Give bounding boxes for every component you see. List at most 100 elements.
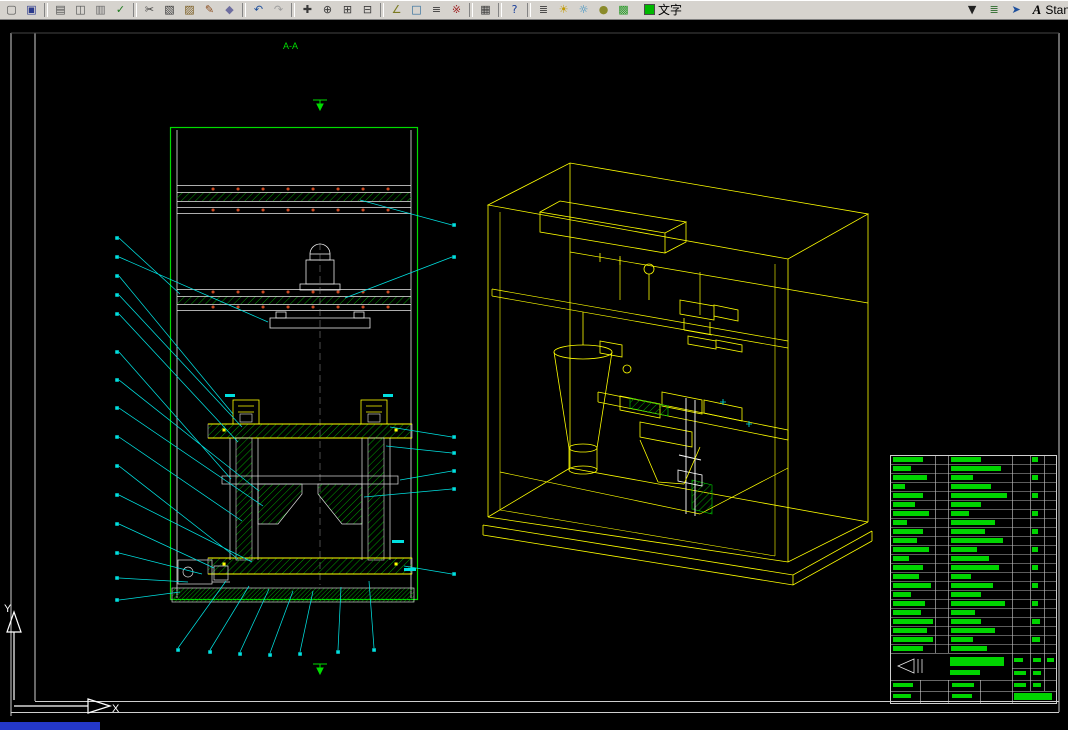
bom-cell-text-block <box>951 538 1003 543</box>
title-block-text-block <box>1014 683 1026 687</box>
zoom-window-icon[interactable]: ⊞ <box>338 2 357 18</box>
bom-cell-text-block <box>893 466 911 471</box>
paste-icon[interactable]: ▨ <box>180 2 199 18</box>
zoom-previous-icon[interactable]: ⊟ <box>358 2 377 18</box>
text-style-control[interactable]: A Stan <box>1033 2 1068 18</box>
bom-cell-text-block <box>893 646 923 651</box>
bom-cell-text-block <box>951 511 969 516</box>
title-block-text-block <box>1014 693 1052 700</box>
bom-cell-text-block <box>951 475 973 480</box>
title-block-text-block <box>1033 671 1041 675</box>
bom-cell-text-block <box>951 592 981 597</box>
title-block-text-block <box>950 670 980 675</box>
title-block-text-block <box>893 694 911 698</box>
help-icon[interactable]: ? <box>505 2 524 18</box>
layer-control[interactable]: 文字 <box>644 1 682 18</box>
quick-calc-icon[interactable]: ▦ <box>476 2 495 18</box>
isometric-view-3d <box>482 162 873 586</box>
toolbar-separator <box>242 2 246 17</box>
text-style-value: Stan <box>1045 2 1068 17</box>
bom-cell-text-block <box>1032 547 1038 552</box>
bom-cell-text-block <box>893 502 915 507</box>
locate-point-icon[interactable]: ※ <box>447 2 466 18</box>
bom-cell-text-block <box>893 556 909 561</box>
bom-cell-text-block <box>951 601 1005 606</box>
plot-icon[interactable]: ▤ <box>51 2 70 18</box>
bom-cell-text-block <box>893 520 907 525</box>
cad-application-window: ▢ ▣ ▤ ◫ ▥ ✓ ✂ ▧ ▨ ✎ ◆ ↶ ↷ ✚ ⊕ ⊞ ⊟ ∠ □ ≡ ※ ▦? ≣ ☀ ☼ ● ▩ 文字 ▼ ≣ ➤ A St… <box>0 0 1068 730</box>
axis-y-label: Y <box>4 603 12 615</box>
bom-cell-text-block <box>893 628 927 633</box>
list-icon[interactable]: ≡ <box>427 2 446 18</box>
bom-cell-text-block <box>1032 619 1040 624</box>
bom-cell-text-block <box>893 592 911 597</box>
drawing-canvas[interactable]: Y X A-A <box>0 0 1068 730</box>
layer-on-icon[interactable]: ☀ <box>554 2 573 18</box>
save-icon[interactable]: ▣ <box>22 2 41 18</box>
toolbar-separator <box>498 2 502 17</box>
copy-icon[interactable]: ▧ <box>160 2 179 18</box>
area-icon[interactable]: □ <box>407 2 426 18</box>
toolbar-separator <box>44 2 48 17</box>
pan-icon[interactable]: ✚ <box>298 2 317 18</box>
bom-cell-text-block <box>893 493 923 498</box>
title-block-text-block <box>952 694 972 698</box>
bom-cell-text-block <box>951 565 999 570</box>
match-properties-icon[interactable]: ✎ <box>200 2 219 18</box>
layer-properties-icon[interactable]: ≣ <box>985 2 1004 18</box>
layers-icon[interactable]: ≣ <box>534 2 553 18</box>
make-object-layer-current-icon[interactable]: ➤ <box>1007 2 1026 18</box>
section-label: A-A <box>283 41 298 51</box>
distance-icon[interactable]: ∠ <box>387 2 406 18</box>
bom-cell-text-block <box>1032 601 1038 606</box>
bom-cell-text-block <box>1032 511 1038 516</box>
toolbar-right-group: ▼ ≣ ➤ <box>963 2 1026 18</box>
bom-cell-text-block <box>893 529 923 534</box>
publish-icon[interactable]: ▥ <box>91 2 110 18</box>
bom-cell-text-block <box>1032 475 1038 480</box>
toolbar-separator <box>527 2 531 17</box>
title-block-text-block <box>1014 671 1026 675</box>
cut-icon[interactable]: ✂ <box>140 2 159 18</box>
bom-cell-text-block <box>951 466 1001 471</box>
toolbar-flyout-arrow[interactable]: ▼ <box>963 2 982 18</box>
layer-freeze-icon[interactable]: ☼ <box>574 2 593 18</box>
bom-cell-text-block <box>951 637 973 642</box>
bom-cell-text-block <box>951 610 975 615</box>
bom-cell-text-block <box>893 610 921 615</box>
bom-cell-text-block <box>951 484 991 489</box>
bom-cell-text-block <box>893 475 927 480</box>
bom-cell-text-block <box>1032 493 1038 498</box>
bom-cell-text-block <box>893 538 917 543</box>
cyclone-hopper <box>553 312 632 475</box>
toolbar: ▢ ▣ ▤ ◫ ▥ ✓ ✂ ▧ ▨ ✎ ◆ ↶ ↷ ✚ ⊕ ⊞ ⊟ ∠ □ ≡ ※ ▦? ≣ ☀ ☼ ● ▩ 文字 ▼ ≣ ➤ A St… <box>0 0 1068 20</box>
redo-icon[interactable]: ↷ <box>269 2 288 18</box>
bom-cell-text-block <box>893 565 923 570</box>
command-window-edge[interactable] <box>0 722 100 730</box>
toolbar-left-group: ▢ ▣ ▤ ◫ ▥ ✓ ✂ ▧ ▨ ✎ ◆ ↶ ↷ ✚ ⊕ ⊞ ⊟ ∠ □ ≡ ※ ▦? ≣ ☀ ☼ ● ▩ <box>2 2 633 18</box>
print-preview-icon[interactable]: ◫ <box>71 2 90 18</box>
layer-lock-icon[interactable]: ● <box>594 2 613 18</box>
bom-cell-text-block <box>893 511 929 516</box>
layer-color-swatch <box>644 4 655 15</box>
rail-band-lower <box>177 289 411 311</box>
layer-name-label: 文字 <box>658 3 683 17</box>
color-control-icon[interactable]: ▩ <box>614 2 633 18</box>
axis-x-label: X <box>112 703 120 715</box>
block-editor-icon[interactable]: ◆ <box>220 2 239 18</box>
bom-cell-text-block <box>893 457 923 462</box>
bom-cell-text-block <box>1032 583 1038 588</box>
bom-cell-text-block <box>893 484 905 489</box>
mark-3d <box>720 399 752 427</box>
toolbar-separator <box>469 2 473 17</box>
new-icon[interactable]: ▢ <box>2 2 21 18</box>
toolbar-separator <box>133 2 137 17</box>
section-mark-bottom <box>313 663 327 676</box>
undo-icon[interactable]: ↶ <box>249 2 268 18</box>
zoom-realtime-icon[interactable]: ⊕ <box>318 2 337 18</box>
bom-cell-text-block <box>893 574 919 579</box>
rail-band-upper <box>177 185 411 214</box>
text-style-icon: A <box>1032 1 1042 17</box>
parts-table <box>890 455 1057 704</box>
spell-check-icon[interactable]: ✓ <box>111 2 130 18</box>
